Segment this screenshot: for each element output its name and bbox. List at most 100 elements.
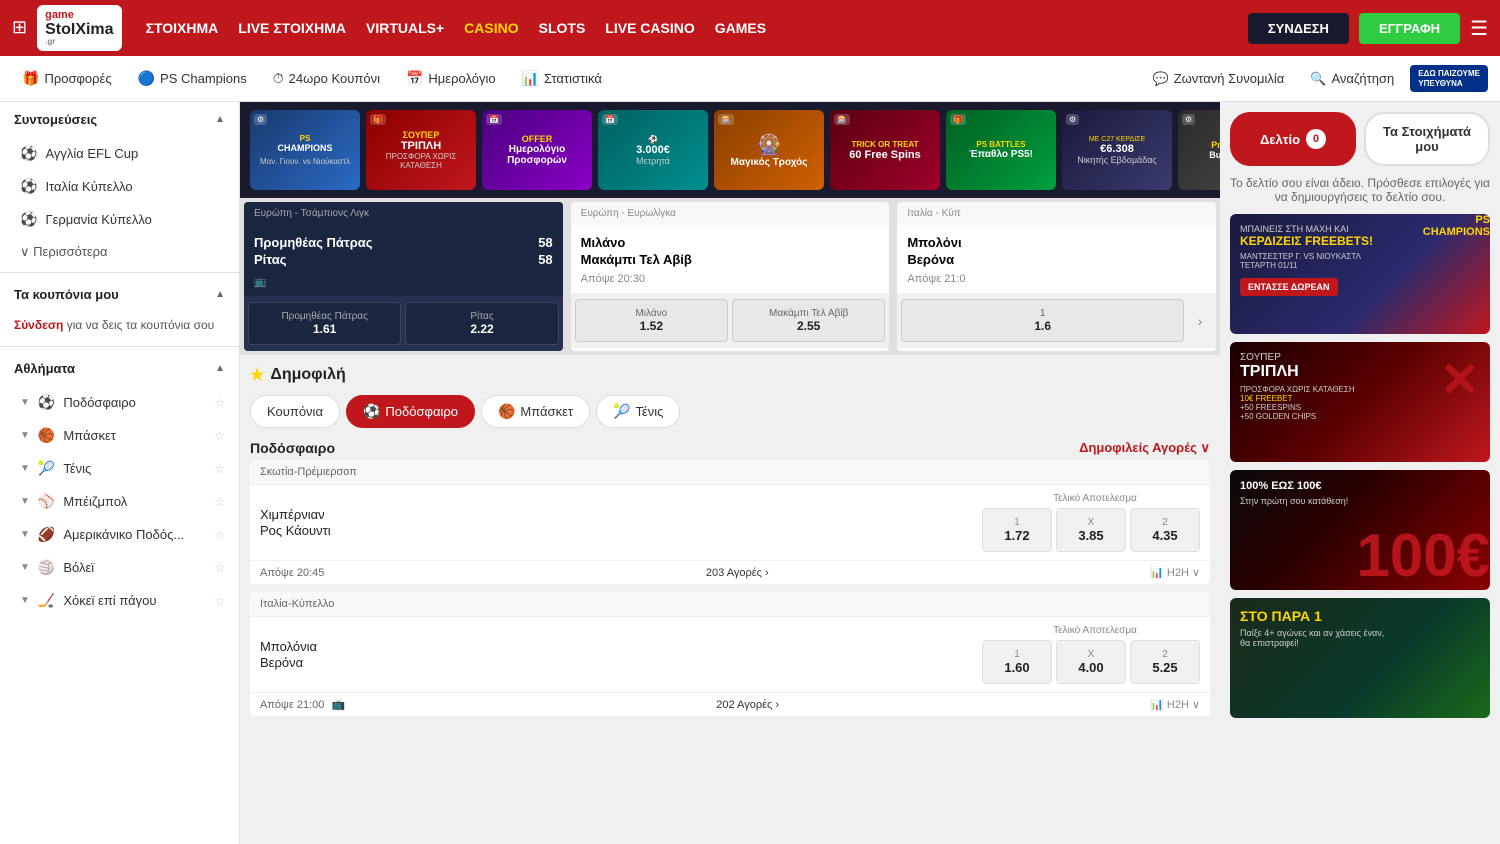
register-button[interactable]: ΕΓΓΡΑΦΗ	[1359, 13, 1460, 44]
next-arrow[interactable]: ›	[1188, 299, 1212, 342]
offers-link[interactable]: 🎁 Προσφορές	[12, 64, 122, 93]
match2-h2h-button[interactable]: 📊 H2H ∨	[1150, 698, 1200, 711]
sidebar-item-tennis[interactable]: ▼ 🎾 Τένις ☆	[0, 452, 239, 485]
match3-team1-row: Μπολόνι	[907, 235, 1206, 250]
nav-live-stoixima[interactable]: LIVE ΣΤΟΙΧΗΜΑ	[238, 20, 346, 36]
more-link[interactable]: ∨ Περισσότερα	[0, 236, 239, 268]
sidebar-sport-label: Χόκεϊ επί πάγου	[63, 593, 156, 608]
match1-odd-2[interactable]: 2 4.35	[1130, 508, 1200, 552]
nav-stoixima[interactable]: ΣΤΟΙΧΗΜΑ	[146, 20, 219, 36]
nav-live-casino[interactable]: LIVE CASINO	[605, 20, 694, 36]
logo-area: ⊞ game StoIXima .gr	[12, 5, 122, 51]
banner-card-super-triple[interactable]: ΣΟΥΠΕΡ ΤΡΙΠΛΗ ΠΡΟΣΦΟΡΑ ΧΩΡΙΣ ΚΑΤΑΘΕΣΗ 🎁	[366, 110, 476, 190]
nav-slots[interactable]: SLOTS	[539, 20, 586, 36]
match1-odds-btn-2[interactable]: Ρίτας 2.22	[405, 302, 558, 345]
star-icon[interactable]: ☆	[214, 561, 225, 575]
banner-card-free-spins[interactable]: TRICK OR TREAT 60 Free Spins 🎰	[830, 110, 940, 190]
sidebar-item-volleyball[interactable]: ▼ 🏐 Βόλεϊ ☆	[0, 551, 239, 584]
star-icon[interactable]: ☆	[214, 396, 225, 410]
match2-markets[interactable]: 202 Αγορές ›	[716, 699, 779, 711]
sidebar-item-efl-cup[interactable]: ⚽ Αγγλία EFL Cup	[0, 137, 239, 170]
tab-basketball[interactable]: 🏀 Μπάσκετ	[481, 395, 590, 428]
bar-chart-icon: 📊	[1150, 698, 1164, 711]
match1-h2h-button[interactable]: 📊 H2H ∨	[1150, 566, 1200, 579]
promo-card-freebets[interactable]: ΜΠΑΙΝΕΙΣ ΣΤΗ ΜΑΧΗ ΚΑΙ ΚΕΡΔΙΖΕΙΣ FREEBETS…	[1230, 214, 1490, 334]
nav-casino[interactable]: CASINO	[464, 20, 518, 36]
tab-football[interactable]: ⚽ Ποδόσφαιρο	[346, 395, 475, 428]
banner-card-ps5[interactable]: PS BATTLES Έπαθλο PS5! 🎁	[946, 110, 1056, 190]
star-icon[interactable]: ☆	[214, 429, 225, 443]
match2-odd-1[interactable]: 1 1.60	[982, 640, 1052, 684]
match3-scores: Μπολόνι Βερόνα Απόψε 21:0	[897, 225, 1216, 293]
sidebar-item-italy-cup[interactable]: ⚽ Ιταλία Κύπελλο	[0, 170, 239, 203]
my-bets-button[interactable]: Τα Στοιχήματά μου	[1364, 112, 1490, 166]
promo-card-para1[interactable]: ΣΤΟ ΠΑΡΑ 1 Παίξε 4+ αγώνες και αν χάσεις…	[1230, 598, 1490, 718]
match1-odd-1[interactable]: 1 1.72	[982, 508, 1052, 552]
match3-time: Απόψε 21:0	[907, 273, 1206, 285]
star-icon[interactable]: ☆	[214, 594, 225, 608]
match1-time: Απόψε 20:45	[260, 567, 324, 579]
match2-odds-header-row: Τελικό Αποτελεσμα	[990, 625, 1200, 636]
coupon-24h-link[interactable]: ⏱ 24ωρο Κουπόνι	[263, 64, 390, 93]
sidebar-item-football[interactable]: ▼ ⚽ Ποδόσφαιρο ☆	[0, 386, 239, 419]
match3-odds-btn-1[interactable]: 1 1.6	[901, 299, 1184, 342]
banner-card-ps-champions[interactable]: PS CHAMPIONS Μαν. Γιουν. vs Νιούκαστλ ⚙	[250, 110, 360, 190]
tab-coupons[interactable]: Κουπόνια	[250, 395, 340, 428]
chevron-down-icon: ▼	[20, 595, 30, 606]
football-icon: ⚽	[20, 145, 37, 162]
signin-button[interactable]: ΣΥΝΔΕΣΗ	[1248, 13, 1349, 44]
banner-card-winner[interactable]: ΜΕ C27 ΚΕΡΔΙΣΕ €6.308 Νικητής Εβδομάδας …	[1062, 110, 1172, 190]
banner-card-magic-wheel[interactable]: 🎡 Μαγικός Τροχός 🎰	[714, 110, 824, 190]
nav-virtuals[interactable]: VIRTUALS+	[366, 20, 444, 36]
match2-footer: Απόψε 21:00 📺 202 Αγορές › 📊 H2H ∨	[250, 692, 1210, 716]
coupons-section-header[interactable]: Τα κουπόνια μου ▲	[0, 277, 239, 312]
sidebar-item-germany-cup[interactable]: ⚽ Γερμανία Κύπελλο	[0, 203, 239, 236]
promo-card-100[interactable]: 100% ΕΩΣ 100€ Στην πρώτη σου κατάθεση! 1…	[1230, 470, 1490, 590]
tennis-tab-label: Τένις	[635, 404, 663, 419]
star-icon[interactable]: ☆	[214, 528, 225, 542]
sidebar-item-baseball[interactable]: ▼ ⚾ Μπέιζμπολ ☆	[0, 485, 239, 518]
tab-tennis[interactable]: 🎾 Τένις	[596, 395, 680, 428]
match3-team2-name: Βερόνα	[907, 252, 954, 267]
statistics-link[interactable]: 📊 Στατιστικά	[512, 64, 612, 93]
popular-section: ★ Δημοφιλή Κουπόνια ⚽ Ποδόσφαιρο 🏀 Μπάσκ…	[240, 355, 1220, 734]
live-chat-label: Ζωντανή Συνομιλία	[1174, 71, 1285, 86]
banner-card-pragmatic[interactable]: Pragmatic Buy Bonus ⚙	[1178, 110, 1220, 190]
star-icon[interactable]: ☆	[214, 462, 225, 476]
ps-champions-link[interactable]: 🔵 PS Champions	[128, 64, 257, 93]
popular-markets-link[interactable]: Δημοφιλείς Αγορές ∨	[1079, 440, 1210, 456]
live-match-card-2: Ευρώπη - Ευρωλίγκα Μιλάνο Μακάμπι Τελ Αβ…	[571, 202, 890, 351]
match2-odd-x[interactable]: X 4.00	[1056, 640, 1126, 684]
calendar-link[interactable]: 📅 Ημερολόγιο	[396, 64, 506, 93]
site-logo[interactable]: game StoIXima .gr	[37, 5, 121, 51]
cta-button[interactable]: ΕΝΤΑΣΣΕ ΔΩΡΕΑΝ	[1240, 278, 1338, 296]
hamburger-icon[interactable]: ☰	[1470, 16, 1488, 41]
main-layout: Συντομεύσεις ▲ ⚽ Αγγλία EFL Cup ⚽ Ιταλία…	[0, 102, 1500, 844]
match2-odd-2[interactable]: 2 5.25	[1130, 640, 1200, 684]
banner-row: PS CHAMPIONS Μαν. Γιουν. vs Νιούκαστλ ⚙ …	[240, 102, 1220, 198]
banner-card-calendar[interactable]: OFFER Ημερολόγιο Προσφορών 📅	[482, 110, 592, 190]
sidebar-item-american-football[interactable]: ▼ 🏈 Αμερικάνικο Ποδός... ☆	[0, 518, 239, 551]
nav-games[interactable]: GAMES	[715, 20, 766, 36]
live-chat-link[interactable]: 💬 Ζωντανή Συνομιλία	[1143, 65, 1295, 93]
sidebar-sport-label: Μπέιζμπολ	[63, 494, 127, 509]
grid-icon[interactable]: ⊞	[12, 17, 27, 38]
football-tab-label: Ποδόσφαιρο	[385, 404, 458, 419]
sports-section-header[interactable]: Αθλήματα ▲	[0, 351, 239, 386]
match1-odds-btn-1[interactable]: Προμηθέας Πάτρας 1.61	[248, 302, 401, 345]
sidebar-item-ice-hockey[interactable]: ▼ 🏒 Χόκεϊ επί πάγου ☆	[0, 584, 239, 617]
promo-card-triple[interactable]: ΣΟΥΠΕΡ ΤΡΙΠΛΗ ΠΡΟΣΦΟΡΑ ΧΩΡΙΣ ΚΑΤΑΘΕΣΗ 10…	[1230, 342, 1490, 462]
star-icon[interactable]: ☆	[214, 495, 225, 509]
banner-card-cash[interactable]: ⚽ 3.000€ Μετρητά 📅	[598, 110, 708, 190]
match1-markets[interactable]: 203 Αγορές ›	[706, 567, 769, 579]
match2-odds-btn-1[interactable]: Μιλάνο 1.52	[575, 299, 728, 342]
match1-team2-row: Ρίτας 58	[254, 252, 553, 267]
match2-odds-btn-2[interactable]: Μακάμπι Τελ Αβίβ 2.55	[732, 299, 885, 342]
shortcuts-section-header[interactable]: Συντομεύσεις ▲	[0, 102, 239, 137]
sidebar-item-basketball[interactable]: ▼ 🏀 Μπάσκετ ☆	[0, 419, 239, 452]
signin-prompt-link[interactable]: Σύνδεση	[14, 318, 63, 332]
search-link[interactable]: 🔍 Αναζήτηση	[1300, 65, 1404, 93]
match1-odd-x[interactable]: X 3.85	[1056, 508, 1126, 552]
betslip-button[interactable]: Δελτίο 0	[1230, 112, 1356, 166]
coupons-tab-label: Κουπόνια	[267, 404, 323, 419]
